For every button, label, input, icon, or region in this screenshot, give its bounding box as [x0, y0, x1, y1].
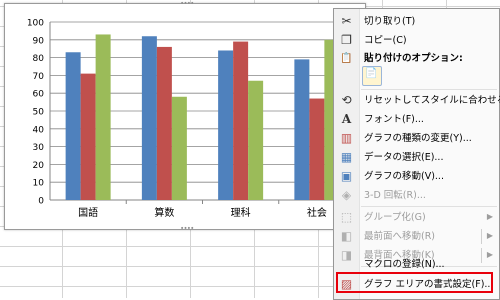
y-tick-label: 80 [33, 54, 45, 64]
scissors-icon: ✂ [341, 14, 352, 28]
bar [233, 41, 249, 200]
menu-item-label: データの選択(E)... [364, 152, 444, 163]
bar-chart[interactable]: 0 10 20 30 40 50 60 70 80 90 100 国語 算数 理科 社会 [5, 4, 365, 229]
menu-item-copy[interactable]: ❐ コピー(C) [334, 31, 499, 50]
bring-to-front-icon: ◧ [340, 229, 353, 243]
bar [309, 98, 325, 200]
submenu-arrow-icon: ▶ [486, 231, 493, 240]
context-menu: ✂ 切り取り(T) ❐ コピー(C) 📋 貼り付けのオプション: 📄 ⟲ リセッ… [333, 8, 500, 300]
menu-item-label: グラフの移動(V)... [364, 171, 444, 182]
menu-item-label: マクロの登録(N)... [364, 259, 445, 270]
chart-area[interactable]: ∙∙∙∙ ∙∙∙∙ 0 10 20 30 40 50 60 70 80 90 100 国語 算数 理科 社会 [4, 0, 366, 232]
move-chart-icon: ▣ [340, 169, 353, 183]
menu-item-label: フォント(F)... [364, 114, 424, 125]
menu-item-label: 3-D 回転(R)... [364, 190, 426, 201]
paste-document-icon: 📄 [365, 68, 378, 79]
y-tick-label: 30 [33, 143, 45, 153]
change-chart-type-icon: ▥ [340, 131, 353, 145]
highlight-box [336, 272, 493, 293]
x-tick-label: 社会 [307, 206, 327, 219]
y-tick-label: 10 [33, 179, 45, 189]
menu-item-label: コピー(C) [364, 35, 407, 46]
menu-item-3d-rotation[interactable]: ◈ 3-D 回転(R)... [334, 186, 499, 205]
y-tick-label: 90 [33, 36, 45, 46]
bar [156, 46, 172, 200]
y-tick-label: 50 [33, 108, 45, 118]
y-tick-label: 100 [27, 19, 44, 29]
font-icon: A [341, 112, 352, 126]
menu-item-label: 貼り付けのオプション: [364, 53, 463, 64]
menu-item-label: 最前面へ移動(R) [364, 231, 436, 242]
bar [171, 96, 187, 200]
bar [218, 50, 234, 201]
select-data-icon: ▦ [340, 150, 353, 164]
menu-item-label: グラフの種類の変更(Y)... [364, 133, 472, 144]
y-tick-label: 20 [33, 161, 45, 171]
3d-rotation-icon: ◈ [341, 188, 352, 202]
y-tick-label: 40 [33, 125, 45, 135]
menu-item-label: リセットしてスタイルに合わせる(A) [364, 95, 500, 106]
menu-item-bring-to-front[interactable]: ◧ 最前面へ移動(R) ▶ [334, 227, 499, 246]
x-tick-label: 理科 [231, 206, 251, 219]
reset-style-icon: ⟲ [341, 93, 352, 107]
bar [248, 80, 264, 200]
paste-options-header: 📋 貼り付けのオプション: [334, 49, 499, 68]
menu-item-group[interactable]: ⬚ グループ化(G) ▶ [334, 208, 499, 227]
paste-option-keep-formatting[interactable]: 📄 [362, 66, 382, 86]
menu-separator [361, 89, 497, 90]
y-tick-label: 70 [33, 72, 45, 82]
menu-item-reset-style[interactable]: ⟲ リセットしてスタイルに合わせる(A) [334, 91, 500, 110]
menu-separator [361, 206, 497, 207]
bar [294, 59, 310, 200]
x-tick-label: 算数 [154, 206, 174, 219]
split-separator [481, 229, 482, 244]
bar [95, 34, 111, 201]
menu-item-font[interactable]: A フォント(F)... [334, 110, 499, 129]
bar [80, 73, 96, 200]
bar [141, 36, 157, 200]
group-icon: ⬚ [340, 210, 353, 224]
y-tick-label: 60 [33, 90, 45, 100]
menu-item-select-data[interactable]: ▦ データの選択(E)... [334, 148, 499, 167]
menu-item-move-chart[interactable]: ▣ グラフの移動(V)... [334, 167, 499, 186]
copy-icon: ❐ [341, 33, 352, 47]
submenu-arrow-icon: ▶ [486, 212, 493, 221]
y-tick-label: 0 [38, 197, 44, 207]
menu-item-change-chart-type[interactable]: ▥ グラフの種類の変更(Y)... [334, 129, 499, 148]
menu-item-label: グループ化(G) [364, 212, 426, 223]
menu-item-label: 切り取り(T) [364, 16, 416, 27]
bar [65, 52, 81, 201]
x-tick-label: 国語 [78, 206, 98, 219]
menu-item-cut[interactable]: ✂ 切り取り(T) [334, 12, 499, 31]
paste-options-icon: 📋 [340, 53, 353, 64]
